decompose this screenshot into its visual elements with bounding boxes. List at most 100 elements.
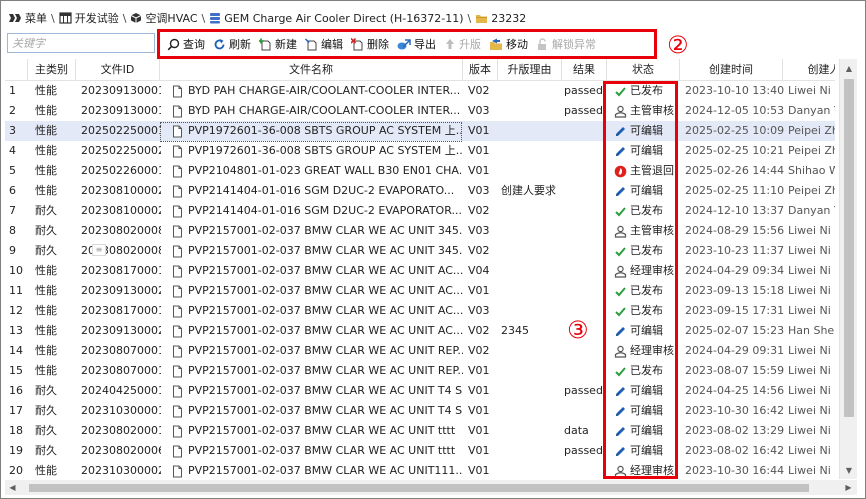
cell-creator: Liwei Ni [788, 284, 831, 297]
table-row[interactable]: 17 耐久 202310300001 PVP2157001-02-037 BMW CL… [5, 401, 835, 421]
cell-result [564, 461, 608, 479]
search-input[interactable] [7, 33, 155, 53]
cell-reason [501, 241, 561, 261]
cell-result: data [564, 424, 589, 437]
cell-file-name: PVP2157001-02-037 BMW CLAR WE AC UNIT RE… [171, 341, 463, 361]
move-button[interactable]: 移动 [486, 34, 533, 54]
breadcrumb: 菜单 \ 开发试验 \ 空调HVAC \ GEM Charge Air Cool… [8, 10, 526, 26]
search-icon [167, 38, 180, 50]
status-text: 可编辑 [630, 384, 663, 397]
refresh-button[interactable]: 刷新 [210, 34, 256, 54]
file-icon [173, 325, 182, 337]
unlock-exception-button[interactable]: 解锁异常 [533, 34, 601, 54]
header-version[interactable]: 版本 [463, 59, 498, 81]
table-row[interactable]: 11 性能 202309130002 PVP2157001-02-037 BMW CL… [5, 281, 835, 301]
header-created-time[interactable]: 创建时间 [680, 59, 783, 81]
table-row[interactable]: 10 性能 202308170001 PVP2157001-02-037 BMW CL… [5, 261, 835, 281]
new-label: 新建 [275, 38, 297, 51]
cell-reason [501, 101, 561, 121]
table-row[interactable]: 18 耐久 202308020001 PVP2157001-02-037 BMW CL… [5, 421, 835, 441]
cell-time: 2023-09-15 17:31 [685, 304, 785, 317]
cell-file-name: PVP2157001-02-037 BMW CLAR WE AC UNIT tt… [171, 441, 463, 461]
header-file-id[interactable]: 文件ID [76, 59, 160, 81]
breadcrumb-item-folder[interactable]: 23232 [475, 12, 526, 25]
scroll-down-icon[interactable]: ▼ [840, 461, 858, 479]
delete-button[interactable]: 删除 [348, 34, 394, 54]
cell-n: 9 [9, 244, 16, 257]
file-table: 主类别 文件ID 文件名称 版本 升版理由 结果 状态 创建时间 创建人 1 性能… [5, 59, 835, 479]
scroll-left-icon[interactable]: ◀ [5, 480, 20, 495]
scroll-up-icon[interactable]: ▲ [840, 59, 858, 77]
breadcrumb-item-menu[interactable]: 菜单 [8, 10, 47, 26]
cell-file-name: PVP2157001-02-037 BMW CLAR WE AC UNIT AC… [171, 261, 463, 281]
breadcrumb-item-hvac[interactable]: 空调HVAC [130, 10, 198, 26]
cell-status: 可编辑 [614, 321, 680, 341]
header-creator[interactable]: 创建人 [783, 59, 836, 81]
cell-status: 已发布 [614, 241, 680, 261]
vertical-scrollbar[interactable]: ▲ ▼ [839, 59, 857, 479]
file-icon [173, 145, 182, 157]
table-row[interactable]: 7 耐久 202308100002 PVP2141404-01-016 SGM D2U… [5, 201, 835, 221]
table-row[interactable]: 1 性能 202309130001 BYD PAH CHARGE-AIR/COOLAN… [5, 81, 835, 101]
cell-reason [501, 161, 561, 181]
cell-n: 18 [9, 424, 23, 437]
cell-type: 性能 [35, 124, 57, 137]
new-file-icon [259, 38, 271, 50]
table-row[interactable]: 12 性能 202308170001 PVP2157001-02-037 BMW CL… [5, 301, 835, 321]
cell-n: 1 [9, 84, 16, 97]
cell-reason [501, 261, 561, 281]
new-button[interactable]: 新建 [256, 34, 302, 54]
upgrade-button[interactable]: 升版 [441, 34, 486, 54]
cell-id: 202308020001 [81, 424, 161, 437]
breadcrumb-item-dev-test[interactable]: 开发试验 [59, 10, 119, 26]
cell-result: passed [564, 84, 603, 97]
cell-n: 7 [9, 204, 16, 217]
cell-ver: V01 [468, 424, 490, 437]
scroll-thumb[interactable] [29, 484, 809, 492]
cell-id: 202308070001 [81, 344, 161, 357]
cell-status: 已发布 [614, 361, 680, 381]
cell-type: 性能 [35, 104, 57, 117]
cell-n: 2 [9, 104, 16, 117]
file-name-text: PVP2157001-02-037 BMW CLAR WE AC UNIT T4… [188, 384, 463, 397]
table-row[interactable]: 14 性能 202308070001 PVP2157001-02-037 BMW CL… [5, 341, 835, 361]
scroll-thumb[interactable] [844, 79, 854, 417]
header-result[interactable]: 结果 [562, 59, 607, 81]
cell-creator: Liwei Ni [788, 344, 831, 357]
table-row[interactable]: 2 性能 202309130001 BYD PAH CHARGE-AIR/COOLAN… [5, 101, 835, 121]
cell-creator: Liwei Ni [788, 404, 831, 417]
cell-status: 可编辑 [614, 401, 680, 421]
table-row[interactable]: 19 耐久 202308020006 PVP2157001-02-037 BMW CL… [5, 441, 835, 461]
table-row[interactable]: 6 性能 202308100002 PVP2141404-01-016 SGM D2U… [5, 181, 835, 201]
cell-result [564, 181, 608, 201]
table-row[interactable]: 3 性能 202502250001 PVP1972601-36-008 SBTS GR… [5, 121, 835, 141]
edit-button[interactable]: 编辑 [302, 34, 348, 54]
table-row[interactable]: 13 性能 202309130002 PVP2157001-02-037 BMW CL… [5, 321, 835, 341]
cell-id: 202309130001 [81, 84, 161, 97]
table-row[interactable]: 16 耐久 202404250001 PVP2157001-02-037 BMW CL… [5, 381, 835, 401]
export-button[interactable]: 导出 [394, 34, 441, 54]
header-main-type[interactable]: 主类别 [28, 59, 76, 81]
header-file-name[interactable]: 文件名称 [160, 59, 463, 81]
table-row[interactable]: 15 性能 202308070001 PVP2157001-02-037 BMW CL… [5, 361, 835, 381]
breadcrumb-item-project[interactable]: GEM Charge Air Cooler Direct (H-16372-11… [209, 12, 464, 25]
cell-status: 经理审核 [614, 461, 680, 479]
file-icon [173, 305, 182, 317]
check-icon [615, 246, 626, 256]
query-button[interactable]: 查询 [164, 34, 210, 54]
file-icon [173, 225, 182, 237]
cell-n: 19 [9, 444, 23, 457]
table-row[interactable]: 9 耐久 202308020008 PVP2157001-02-037 BMW CLA… [5, 241, 835, 261]
table-row[interactable]: 8 耐久 202308020008 PVP2157001-02-037 BMW CLA… [5, 221, 835, 241]
scroll-right-icon[interactable]: ▶ [841, 480, 856, 495]
header-status[interactable]: 状态 [607, 59, 680, 81]
cell-ver: V01 [468, 364, 490, 377]
horizontal-scrollbar[interactable]: ◀ ▶ [5, 480, 857, 495]
header-reason[interactable]: 升版理由 [498, 59, 562, 81]
table-row[interactable]: 4 性能 202502250002 PVP1972601-36-008 SBTS GR… [5, 141, 835, 161]
pencil-icon [616, 146, 625, 156]
cell-time: 2023-10-10 13:40 [685, 84, 785, 97]
table-row[interactable]: 5 性能 202502260001 PVP2104801-01-023 GREAT W… [5, 161, 835, 181]
upgrade-icon [446, 38, 454, 49]
table-row[interactable]: 20 性能 202310300002 PVP2157001-02-037 BMW CL… [5, 461, 835, 479]
